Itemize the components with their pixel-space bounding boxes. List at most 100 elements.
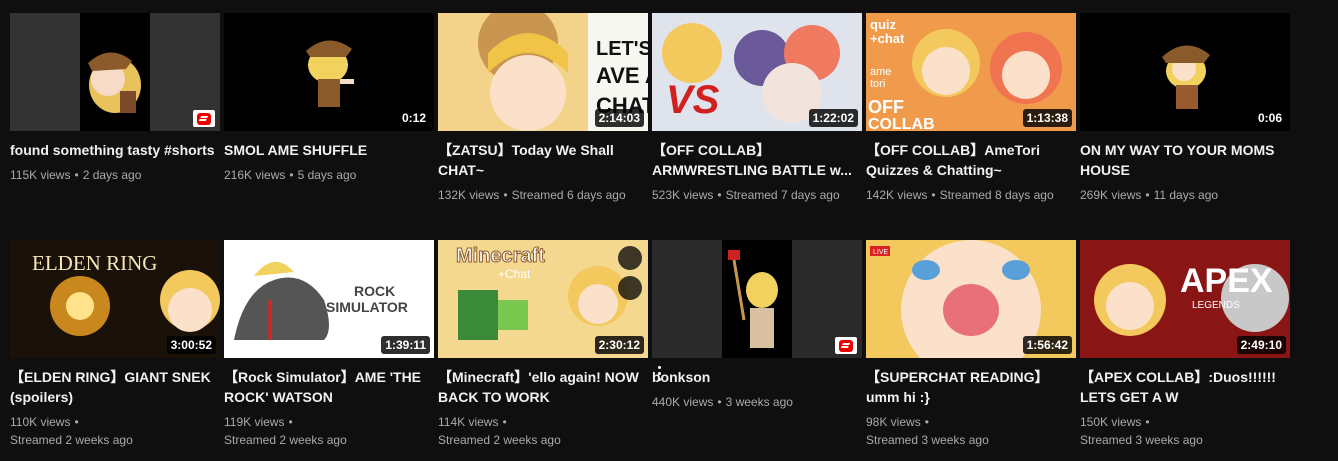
upload-age: 11 days ago <box>1153 188 1219 202</box>
separator: • <box>74 415 79 429</box>
svg-text:AVE A: AVE A <box>596 63 648 88</box>
video-title[interactable]: 【OFF COLLAB】AmeTori Quizzes & Chatting~ <box>866 140 1076 180</box>
video-card[interactable]: found something tasty #shorts 115K views… <box>10 13 220 204</box>
video-thumbnail[interactable] <box>652 240 862 358</box>
view-count: 119K views <box>224 415 285 429</box>
thumb-text: ROCK <box>354 283 395 299</box>
video-duration: 1:13:38 <box>1022 109 1072 127</box>
thumb-text: VS <box>666 78 720 122</box>
video-duration: 0:12 <box>397 109 430 127</box>
video-duration: 3:00:52 <box>166 336 216 354</box>
video-card[interactable]: quiz +chat ame tori OFF COLLAB 1:13:38 【… <box>866 13 1076 204</box>
video-meta: 269K views • 11 days ago <box>1080 186 1290 204</box>
view-count: 110K views <box>10 415 71 429</box>
video-thumbnail[interactable]: 0:12 <box>224 13 434 131</box>
separator: • <box>924 415 929 429</box>
view-count: 150K views <box>1080 415 1142 429</box>
separator: • <box>1145 415 1150 429</box>
video-card[interactable]: ROCK SIMULATOR 1:39:11 【Rock Simulator】A… <box>224 240 434 449</box>
upload-age: Streamed 6 days ago <box>511 188 626 202</box>
svg-text:+Chat: +Chat <box>498 267 531 281</box>
upload-age: Streamed 2 weeks ago <box>10 433 133 447</box>
view-count: 132K views <box>438 188 500 202</box>
video-thumbnail[interactable]: ELDEN RING 3:00:52 <box>10 240 220 358</box>
video-meta: 216K views • 5 days ago <box>224 166 434 184</box>
svg-text:LEGENDS: LEGENDS <box>1192 300 1240 311</box>
video-title[interactable]: 【ZATSU】Today We Shall CHAT~ <box>438 140 648 180</box>
video-meta: 142K views • Streamed 8 days ago <box>866 186 1076 204</box>
video-meta: 440K views • 3 weeks ago <box>652 393 862 411</box>
video-title[interactable]: 【SUPERCHAT READING】 umm hi :} <box>866 367 1076 407</box>
live-badge: LIVE <box>873 249 889 256</box>
separator: • <box>74 168 79 182</box>
svg-text:OFF: OFF <box>868 97 904 117</box>
video-card[interactable]: 0:12 SMOL AME SHUFFLE 216K views • 5 days … <box>224 13 434 204</box>
upload-age: Streamed 8 days ago <box>939 188 1054 202</box>
video-card[interactable]: VS 1:22:02 【OFF COLLAB】 ARMWRESTLING BAT… <box>652 13 862 204</box>
video-thumbnail[interactable]: LET'S AVE A CHAT 2:14:03 <box>438 13 648 131</box>
svg-text:+chat: +chat <box>870 31 905 46</box>
view-count: 114K views <box>438 415 499 429</box>
video-title[interactable]: found something tasty #shorts <box>10 140 220 160</box>
video-title[interactable]: 【APEX COLLAB】:Duos!!!!!! LETS GET A W <box>1080 367 1290 407</box>
view-count: 440K views <box>652 395 714 409</box>
separator: • <box>288 415 293 429</box>
video-card[interactable]: LIVE 1:56:42 【SUPERCHAT READING】 umm hi … <box>866 240 1076 449</box>
video-title[interactable]: SMOL AME SHUFFLE <box>224 140 434 160</box>
video-card[interactable]: ELDEN RING 3:00:52 【ELDEN RING】GIANT SNE… <box>10 240 220 449</box>
video-thumbnail[interactable] <box>10 13 220 131</box>
upload-age: Streamed 3 weeks ago <box>1080 433 1203 447</box>
video-card[interactable]: bonkson 440K views • 3 weeks ago <box>652 240 862 449</box>
video-title[interactable]: bonkson <box>652 367 862 387</box>
upload-age: Streamed 2 weeks ago <box>438 433 561 447</box>
svg-text:ame: ame <box>870 66 891 78</box>
video-card[interactable]: APEX LEGENDS 2:49:10 【APEX COLLAB】:Duos!… <box>1080 240 1290 449</box>
separator: • <box>1145 188 1150 202</box>
video-duration: 2:49:10 <box>1236 336 1286 354</box>
video-duration: 2:30:12 <box>594 336 644 354</box>
video-meta: 98K views • Streamed 3 weeks ago <box>866 413 1076 449</box>
separator: • <box>717 395 722 409</box>
separator: • <box>502 415 507 429</box>
upload-age: 5 days ago <box>297 168 357 182</box>
separator: • <box>717 188 722 202</box>
view-count: 98K views <box>866 415 921 429</box>
video-title[interactable]: 【ELDEN RING】GIANT SNEK (spoilers) <box>10 367 220 407</box>
video-meta: 150K views • Streamed 3 weeks ago <box>1080 413 1290 449</box>
video-row: found something tasty #shorts 115K views… <box>10 13 1291 204</box>
svg-text:quiz: quiz <box>870 17 896 32</box>
video-row: ELDEN RING 3:00:52 【ELDEN RING】GIANT SNE… <box>10 240 1291 449</box>
separator: • <box>503 188 508 202</box>
video-thumbnail[interactable]: LIVE 1:56:42 <box>866 240 1076 358</box>
watch-later-icon[interactable] <box>618 246 642 270</box>
video-grid: found something tasty #shorts 115K views… <box>10 13 1291 449</box>
shorts-icon <box>193 110 215 127</box>
video-thumbnail[interactable]: VS 1:22:02 <box>652 13 862 131</box>
video-meta: 132K views • Streamed 6 days ago <box>438 186 648 204</box>
video-title[interactable]: 【Minecraft】'ello again! NOW BACK TO WORK <box>438 367 648 407</box>
upload-age: Streamed 2 weeks ago <box>224 433 347 447</box>
video-meta: 523K views • Streamed 7 days ago <box>652 186 862 204</box>
video-thumbnail[interactable]: APEX LEGENDS 2:49:10 <box>1080 240 1290 358</box>
video-meta: 119K views • Streamed 2 weeks ago <box>224 413 434 449</box>
video-meta: 114K views • Streamed 2 weeks ago <box>438 413 648 449</box>
upload-age: Streamed 7 days ago <box>725 188 840 202</box>
view-count: 216K views <box>224 168 286 182</box>
video-title[interactable]: ON MY WAY TO YOUR MOMS HOUSE <box>1080 140 1290 180</box>
upload-age: 2 days ago <box>82 168 142 182</box>
video-title[interactable]: 【OFF COLLAB】 ARMWRESTLING BATTLE w... <box>652 140 862 180</box>
video-card[interactable]: Minecraft +Chat 2:30:12 【Minecraft】'ello… <box>438 240 661 449</box>
svg-text:COLLAB: COLLAB <box>868 116 935 131</box>
video-title[interactable]: 【Rock Simulator】AME 'THE ROCK' WATSON <box>224 367 434 407</box>
video-card[interactable]: 0:06 ON MY WAY TO YOUR MOMS HOUSE 269K v… <box>1080 13 1290 204</box>
video-thumbnail[interactable]: ROCK SIMULATOR 1:39:11 <box>224 240 434 358</box>
add-to-queue-icon[interactable] <box>618 276 642 300</box>
video-thumbnail[interactable]: Minecraft +Chat 2:30:12 <box>438 240 648 358</box>
shorts-icon <box>835 337 857 354</box>
video-thumbnail[interactable]: quiz +chat ame tori OFF COLLAB 1:13:38 <box>866 13 1076 131</box>
view-count: 523K views <box>652 188 714 202</box>
video-thumbnail[interactable]: 0:06 <box>1080 13 1290 131</box>
video-meta: 115K views • 2 days ago <box>10 166 220 184</box>
thumb-text: Minecraft <box>456 245 545 267</box>
video-card[interactable]: LET'S AVE A CHAT 2:14:03 【ZATSU】Today We… <box>438 13 648 204</box>
